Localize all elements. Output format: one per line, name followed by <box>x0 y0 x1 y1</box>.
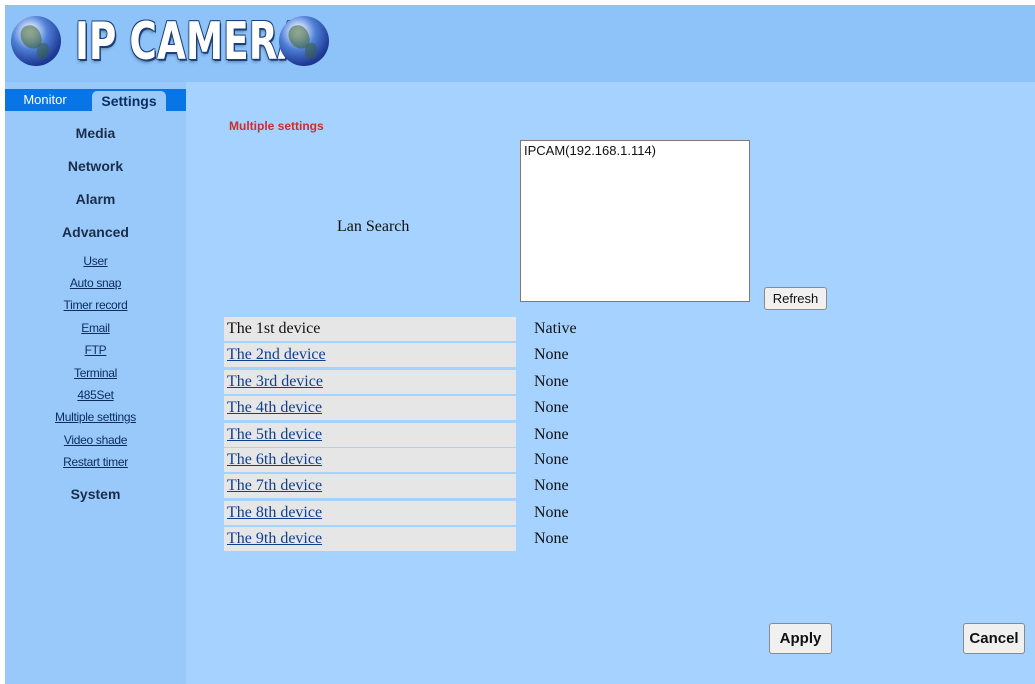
device-status: Native <box>534 320 577 337</box>
device-link[interactable]: The 4th device <box>224 396 516 420</box>
sidebar-item-system[interactable]: System <box>5 486 186 502</box>
sidebar-item-alarm[interactable]: Alarm <box>5 191 186 207</box>
sidebar-item-media[interactable]: Media <box>5 125 186 141</box>
logo-text: IP CAMERA <box>75 12 307 72</box>
tab-monitor[interactable]: Monitor <box>11 89 79 111</box>
lan-search-label: Lan Search <box>337 218 410 235</box>
header-banner: IP CAMERA <box>5 5 1035 82</box>
sidebar-link-user[interactable]: User <box>5 254 186 268</box>
sidebar-link-auto-snap[interactable]: Auto snap <box>5 276 186 290</box>
device-status: None <box>534 477 569 494</box>
tab-settings[interactable]: Settings <box>92 91 166 111</box>
app-frame: IP CAMERA Monitor Settings Media Network… <box>5 5 1035 684</box>
device-link[interactable]: The 3rd device <box>224 370 516 394</box>
sidebar-link-restart-timer[interactable]: Restart timer <box>5 455 186 469</box>
sidebar-item-network[interactable]: Network <box>5 158 186 174</box>
device-status: None <box>534 373 569 390</box>
globe-icon <box>11 16 61 66</box>
device-status: None <box>534 346 569 363</box>
device-status: None <box>534 426 569 443</box>
device-link[interactable]: The 5th device <box>224 423 516 447</box>
device-link[interactable]: The 7th device <box>224 474 516 498</box>
apply-button[interactable]: Apply <box>769 623 832 654</box>
device-status: None <box>534 451 569 468</box>
main-content: Multiple settings Lan Search IPCAM(192.1… <box>186 82 1035 684</box>
sidebar-link-timer-record[interactable]: Timer record <box>5 298 186 312</box>
device-link[interactable]: The 6th device <box>224 448 516 472</box>
device-status: None <box>534 399 569 416</box>
sidebar-link-ftp[interactable]: FTP <box>5 343 186 357</box>
lan-device-listbox[interactable]: IPCAM(192.168.1.114) <box>520 140 750 302</box>
sidebar-link-485set[interactable]: 485Set <box>5 388 186 402</box>
device-status: None <box>534 530 569 547</box>
device-name: The 1st device <box>224 317 516 341</box>
cancel-button[interactable]: Cancel <box>963 623 1025 654</box>
sidebar-link-terminal[interactable]: Terminal <box>5 366 186 380</box>
section-title: Multiple settings <box>229 119 324 133</box>
globe-icon <box>279 16 329 66</box>
device-status: None <box>534 504 569 521</box>
sidebar-link-video-shade[interactable]: Video shade <box>5 433 186 447</box>
device-link[interactable]: The 8th device <box>224 501 516 525</box>
device-link[interactable]: The 2nd device <box>224 343 516 367</box>
sidebar-item-advanced[interactable]: Advanced <box>5 224 186 240</box>
sidebar: Monitor Settings Media Network Alarm Adv… <box>5 82 186 684</box>
sidebar-link-email[interactable]: Email <box>5 321 186 335</box>
refresh-button[interactable]: Refresh <box>764 287 827 310</box>
sidebar-link-multiple-settings[interactable]: Multiple settings <box>5 410 186 424</box>
list-item[interactable]: IPCAM(192.168.1.114) <box>524 143 746 158</box>
tab-bar: Monitor Settings <box>5 89 186 111</box>
device-link[interactable]: The 9th device <box>224 527 516 551</box>
